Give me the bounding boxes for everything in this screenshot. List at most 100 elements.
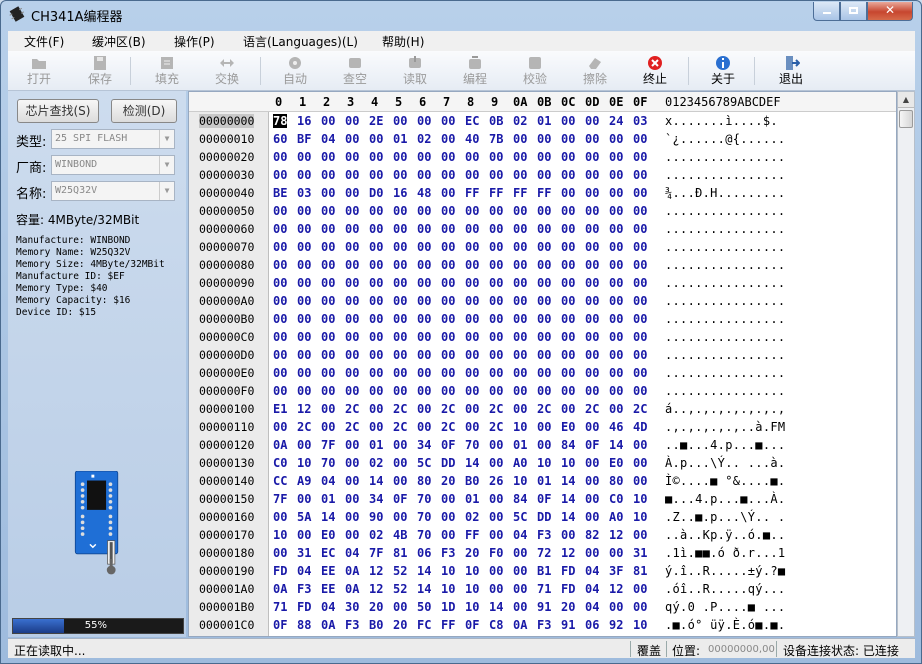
hex-byte[interactable]: 00: [321, 186, 335, 200]
hex-byte[interactable]: 00: [633, 348, 647, 362]
hex-byte[interactable]: 00: [633, 132, 647, 146]
hex-byte[interactable]: 00: [561, 114, 575, 128]
hex-byte[interactable]: 00: [537, 366, 551, 380]
hex-byte[interactable]: 00: [537, 132, 551, 146]
hex-byte[interactable]: 00: [273, 330, 287, 344]
hex-byte[interactable]: EE: [321, 582, 335, 596]
hex-byte[interactable]: 84: [561, 438, 575, 452]
hex-byte[interactable]: 00: [585, 366, 599, 380]
hex-byte[interactable]: 00: [633, 600, 647, 614]
toolbar-exit-button[interactable]: 退出: [766, 53, 816, 89]
hex-byte[interactable]: 00: [369, 222, 383, 236]
hex-byte[interactable]: 00: [633, 222, 647, 236]
hex-byte[interactable]: 10: [441, 582, 455, 596]
hex-byte[interactable]: 00: [417, 276, 431, 290]
hex-byte[interactable]: 00: [297, 528, 311, 542]
toolbar-save-button[interactable]: 保存: [75, 53, 125, 89]
hex-byte[interactable]: 00: [633, 384, 647, 398]
hex-byte[interactable]: 00: [633, 240, 647, 254]
hex-byte[interactable]: FD: [273, 564, 287, 578]
hex-byte[interactable]: 00: [633, 366, 647, 380]
hex-byte[interactable]: 01: [321, 492, 335, 506]
hex-byte[interactable]: 00: [513, 582, 527, 596]
hex-byte[interactable]: 00: [465, 258, 479, 272]
hex-byte[interactable]: 00: [609, 600, 623, 614]
hex-byte[interactable]: 00: [489, 528, 503, 542]
hex-byte[interactable]: 02: [417, 132, 431, 146]
hex-row[interactable]: 00000150 7F 00 01 00 34 0F 70 00 01 00 84 0F 14 00 C0 10…: [189, 490, 896, 508]
minimize-button[interactable]: [813, 2, 840, 21]
hex-byte[interactable]: 00: [537, 438, 551, 452]
toolbar-program-button[interactable]: 编程: [450, 53, 500, 89]
hex-byte[interactable]: 12: [609, 528, 623, 542]
hex-row[interactable]: 00000160 00 5A 14 00 90 00 70 00 02 00 5C DD 14 00 A0 10…: [189, 508, 896, 526]
hex-byte[interactable]: 14: [369, 474, 383, 488]
hex-row[interactable]: 000000F0 00 00 00 00 00 00 00 00 00 00 00 00 00 00 00 00…: [189, 382, 896, 400]
hex-byte[interactable]: 00: [369, 150, 383, 164]
hex-byte[interactable]: 00: [513, 276, 527, 290]
hex-byte[interactable]: 00: [585, 222, 599, 236]
hex-byte[interactable]: 00: [441, 528, 455, 542]
hex-row[interactable]: 00000080 00 00 00 00 00 00 00 00 00 00 00 00 00 00 00 00…: [189, 256, 896, 274]
hex-byte[interactable]: 2C: [345, 402, 359, 416]
hex-byte[interactable]: 00: [609, 150, 623, 164]
hex-byte[interactable]: 00: [345, 186, 359, 200]
hex-byte[interactable]: 01: [537, 474, 551, 488]
hex-byte[interactable]: 91: [537, 600, 551, 614]
hex-byte[interactable]: 10: [513, 474, 527, 488]
hex-byte[interactable]: 00: [489, 582, 503, 596]
hex-byte[interactable]: 00: [393, 384, 407, 398]
hex-byte[interactable]: 34: [369, 492, 383, 506]
hex-byte[interactable]: 00: [537, 168, 551, 182]
hex-byte[interactable]: B0: [369, 618, 383, 632]
hex-byte[interactable]: 00: [441, 258, 455, 272]
hex-byte[interactable]: 04: [513, 528, 527, 542]
hex-byte[interactable]: 14: [561, 510, 575, 524]
hex-byte[interactable]: 04: [585, 564, 599, 578]
hex-row[interactable]: 00000140 CC A9 04 00 14 00 80 20 B0 26 10 01 14 00 80 00…: [189, 472, 896, 490]
hex-byte[interactable]: 00: [537, 294, 551, 308]
hex-byte[interactable]: 84: [513, 492, 527, 506]
hex-byte[interactable]: 00: [273, 312, 287, 326]
hex-byte[interactable]: 20: [561, 600, 575, 614]
hex-byte[interactable]: 00: [609, 384, 623, 398]
hex-byte[interactable]: F3: [441, 546, 455, 560]
hex-byte[interactable]: 00: [465, 420, 479, 434]
hex-byte[interactable]: 00: [417, 150, 431, 164]
hex-row[interactable]: 00000170 10 00 E0 00 02 4B 70 00 FF 00 04 F3 00 82 12 00…: [189, 526, 896, 544]
hex-byte[interactable]: 00: [633, 438, 647, 452]
hex-byte[interactable]: 20: [441, 474, 455, 488]
menu-help[interactable]: 帮助(H): [382, 33, 424, 50]
hex-byte[interactable]: 00: [585, 276, 599, 290]
hex-byte[interactable]: 2C: [633, 402, 647, 416]
hex-byte[interactable]: 00: [561, 186, 575, 200]
hex-byte[interactable]: 2C: [441, 402, 455, 416]
hex-byte[interactable]: 00: [441, 132, 455, 146]
hex-byte[interactable]: 00: [393, 222, 407, 236]
hex-row[interactable]: 00000190 FD 04 EE 0A 12 52 14 10 10 00 00 B1 FD 04 3F 81…: [189, 562, 896, 580]
hex-byte[interactable]: 00: [345, 276, 359, 290]
hex-byte[interactable]: 00: [345, 456, 359, 470]
hex-byte[interactable]: 12: [561, 546, 575, 560]
hex-byte[interactable]: 00: [441, 330, 455, 344]
hex-byte[interactable]: 78: [273, 114, 288, 128]
hex-byte[interactable]: 00: [537, 204, 551, 218]
hex-byte[interactable]: 00: [297, 258, 311, 272]
hex-byte[interactable]: 02: [465, 510, 479, 524]
hex-byte[interactable]: 00: [345, 438, 359, 452]
hex-byte[interactable]: 00: [297, 150, 311, 164]
hex-byte[interactable]: 00: [633, 312, 647, 326]
hex-byte[interactable]: 00: [561, 402, 575, 416]
title-bar[interactable]: CH341A编程器 ✕: [1, 1, 921, 27]
hex-byte[interactable]: 00: [393, 258, 407, 272]
hex-byte[interactable]: 00: [369, 132, 383, 146]
hex-byte[interactable]: 00: [609, 222, 623, 236]
hex-byte[interactable]: 04: [321, 474, 335, 488]
hex-row[interactable]: 00000060 00 00 00 00 00 00 00 00 00 00 00 00 00 00 00 00…: [189, 220, 896, 238]
hex-byte[interactable]: 00: [609, 204, 623, 218]
hex-byte[interactable]: 00: [489, 348, 503, 362]
hex-byte[interactable]: 00: [321, 294, 335, 308]
hex-byte[interactable]: 00: [345, 312, 359, 326]
hex-byte[interactable]: 00: [417, 222, 431, 236]
hex-byte[interactable]: 00: [345, 222, 359, 236]
